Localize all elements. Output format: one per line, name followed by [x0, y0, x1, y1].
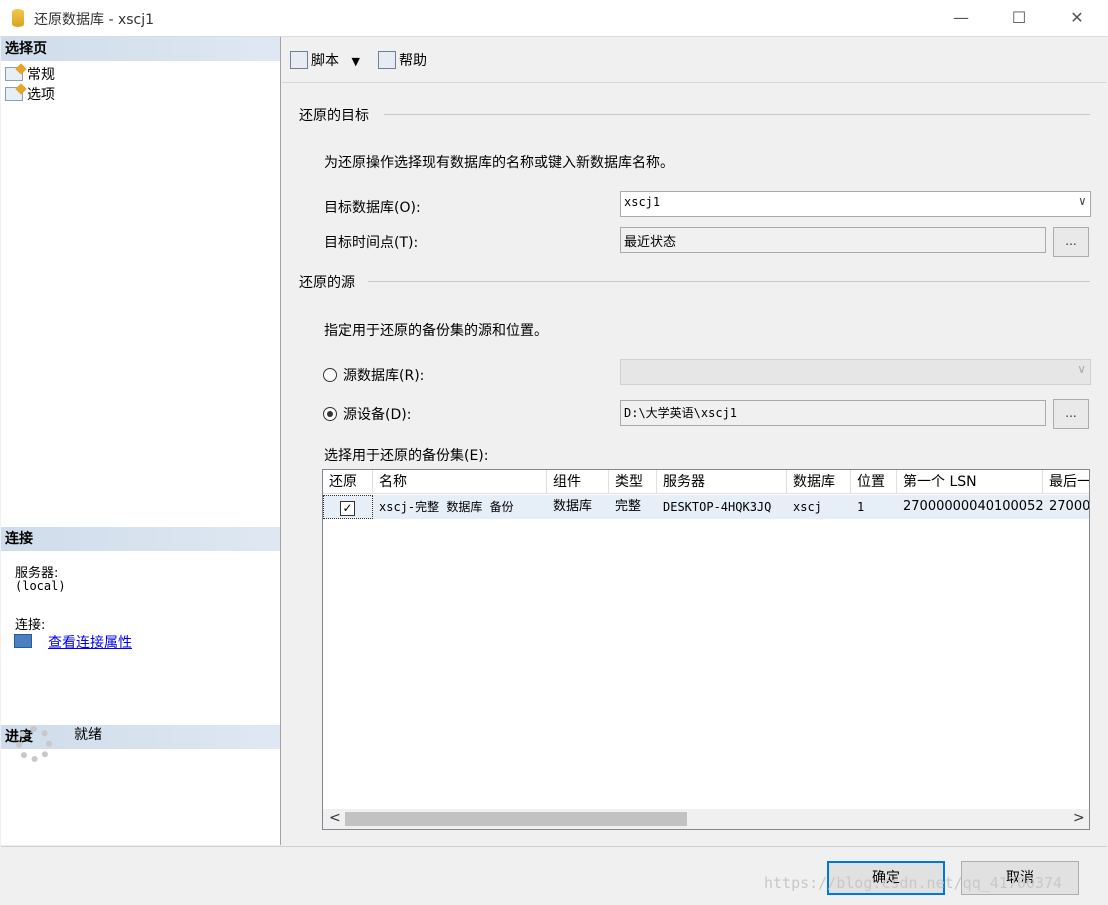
- connection-label: 连接:: [15, 618, 46, 633]
- minimize-button[interactable]: —: [938, 0, 984, 36]
- from-device-radio[interactable]: [323, 407, 337, 421]
- help-button[interactable]: 帮助: [378, 50, 427, 70]
- script-icon: [290, 51, 308, 69]
- left-pane: 选择页 常规 选项 连接 服务器: (local) 连接: sa 进度: [1, 37, 281, 845]
- maximize-button[interactable]: ☐: [996, 0, 1042, 36]
- help-label: 帮助: [399, 53, 427, 69]
- source-group-label: 还原的源: [299, 275, 355, 291]
- progress-status: 就绪: [74, 727, 102, 743]
- restore-checkbox[interactable]: ✓: [340, 501, 355, 516]
- view-connection-properties-link[interactable]: 查看连接属性: [48, 632, 132, 652]
- toolbar: 脚本 ▼ 帮助: [282, 38, 1107, 83]
- column-header-database[interactable]: 数据库: [787, 470, 851, 494]
- select-page-header: 选择页: [1, 37, 280, 61]
- page-icon: [5, 87, 23, 101]
- page-icon: [5, 67, 23, 81]
- cell-last-lsn: 270000: [1043, 495, 1089, 519]
- window-title: 还原数据库 - xscj1: [34, 12, 155, 28]
- column-header-restore[interactable]: 还原: [323, 470, 373, 494]
- divider: [368, 281, 1090, 282]
- close-button[interactable]: ✕: [1054, 0, 1100, 36]
- cell-name: xscj-完整 数据库 备份: [373, 495, 547, 519]
- restore-cell[interactable]: ✓: [323, 495, 373, 519]
- column-header-position[interactable]: 位置: [851, 470, 897, 494]
- column-header-component[interactable]: 组件: [547, 470, 609, 494]
- horizontal-scrollbar[interactable]: < >: [323, 809, 1089, 829]
- connection-header: 连接: [1, 527, 280, 551]
- cell-first-lsn: 27000000040100052: [897, 495, 1043, 519]
- target-time-field: 最近状态: [620, 227, 1046, 253]
- watermark: https://blog.csdn.net/qq_41700374: [764, 874, 1063, 892]
- destination-description: 为还原操作选择现有数据库的名称或键入新数据库名称。: [324, 155, 674, 171]
- server-value: (local): [15, 579, 66, 593]
- source-device-browse-button[interactable]: ...: [1053, 399, 1089, 429]
- cell-component: 数据库: [547, 495, 609, 519]
- script-button[interactable]: 脚本 ▼: [290, 50, 360, 70]
- from-database-radio[interactable]: [323, 368, 337, 382]
- from-database-label: 源数据库(R):: [343, 368, 425, 384]
- column-header-first-lsn[interactable]: 第一个 LSN: [897, 470, 1043, 494]
- column-header-name[interactable]: 名称: [373, 470, 547, 494]
- divider: [384, 114, 1090, 115]
- script-label: 脚本: [311, 53, 339, 69]
- title-bar: 还原数据库 - xscj1 — ☐ ✕: [0, 0, 1108, 37]
- chevron-down-icon: ∨: [1077, 362, 1086, 376]
- column-header-type[interactable]: 类型: [609, 470, 657, 494]
- page-item-general[interactable]: 常规: [5, 65, 55, 85]
- scroll-left-icon[interactable]: <: [329, 810, 341, 826]
- target-time-label: 目标时间点(T):: [324, 235, 419, 251]
- target-time-browse-button[interactable]: ...: [1053, 227, 1089, 257]
- column-header-last-lsn[interactable]: 最后一: [1043, 470, 1089, 494]
- column-header-server[interactable]: 服务器: [657, 470, 787, 494]
- target-database-label: 目标数据库(O):: [324, 200, 421, 216]
- destination-group-label: 还原的目标: [299, 108, 369, 124]
- source-description: 指定用于还原的备份集的源和位置。: [324, 323, 548, 339]
- chevron-down-icon: ∨: [1078, 194, 1086, 208]
- target-database-select[interactable]: xscj1 ∨: [620, 191, 1091, 217]
- cell-type: 完整: [609, 495, 657, 519]
- cell-database: xscj: [787, 495, 851, 519]
- page-item-options[interactable]: 选项: [5, 85, 55, 105]
- page-item-label: 常规: [27, 67, 55, 83]
- connection-properties-icon: [14, 634, 32, 648]
- target-database-value: xscj1: [624, 195, 661, 209]
- cell-server: DESKTOP-4HQK3JQ: [657, 495, 787, 519]
- from-device-label: 源设备(D):: [343, 407, 412, 423]
- scroll-right-icon[interactable]: >: [1073, 810, 1085, 826]
- backup-sets-label: 选择用于还原的备份集(E):: [324, 448, 489, 464]
- database-icon: [12, 9, 24, 27]
- scrollbar-thumb[interactable]: [345, 812, 687, 826]
- source-device-field: D:\大学英语\xscj1: [620, 400, 1046, 426]
- backup-sets-grid[interactable]: 还原 名称 组件 类型 服务器 数据库 位置 第一个 LSN 最后一 ✓ xsc…: [322, 469, 1090, 830]
- page-item-label: 选项: [27, 87, 55, 103]
- help-icon: [378, 51, 396, 69]
- source-database-select: ∨: [620, 359, 1091, 385]
- chevron-down-icon[interactable]: ▼: [351, 55, 359, 68]
- progress-spinner-icon: [16, 726, 52, 762]
- cell-position: 1: [851, 495, 897, 519]
